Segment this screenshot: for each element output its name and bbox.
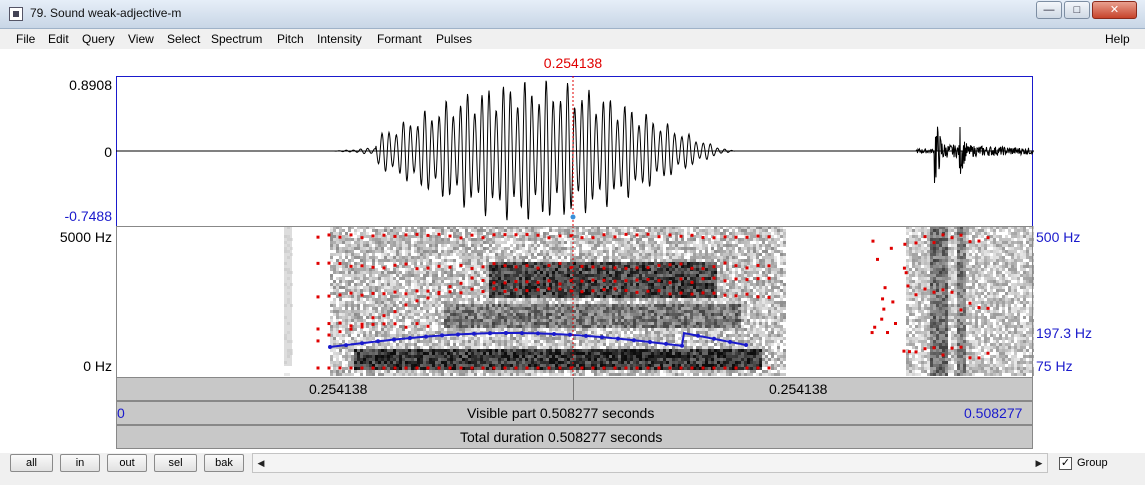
menu-pulses[interactable]: Pulses (436, 32, 472, 46)
waveform-panel[interactable] (116, 76, 1034, 227)
pitch-top-label: 500 Hz (1036, 229, 1081, 245)
group-label: Group (1077, 457, 1108, 469)
bottom-bar: all in out sel bak ◀ ▶ ✓ Group (0, 453, 1145, 485)
app-icon[interactable] (9, 7, 23, 21)
total-band[interactable]: Total duration 0.508277 seconds (116, 425, 1033, 449)
menu-edit[interactable]: Edit (48, 32, 69, 46)
spectrogram-image (284, 226, 1034, 376)
menu-bar: File Edit Query View Select Spectrum Pit… (0, 29, 1145, 49)
visible-part-label: Visible part 0.508277 seconds (467, 405, 655, 421)
cursor-time-label: 0.254138 (543, 55, 603, 71)
spectrogram-panel[interactable] (116, 226, 1034, 378)
pitch-bottom-label: 75 Hz (1036, 358, 1073, 374)
horizontal-scrollbar[interactable]: ◀ ▶ (252, 453, 1048, 473)
menu-file[interactable]: File (16, 32, 35, 46)
left-time-label: 0.254138 (309, 381, 368, 397)
menu-help[interactable]: Help (1105, 32, 1130, 46)
maximize-button[interactable]: □ (1064, 1, 1090, 19)
spectrogram-bottom-label: 0 Hz (83, 358, 112, 374)
group-checkbox[interactable]: ✓ (1059, 457, 1072, 470)
total-duration-label: Total duration 0.508277 seconds (460, 429, 663, 445)
cursor-marker (570, 214, 576, 220)
visible-end-label: 0.508277 (964, 405, 1023, 421)
waveform-zero-label: 0 (104, 144, 112, 160)
menu-pitch[interactable]: Pitch (277, 32, 304, 46)
title-bar[interactable]: 79. Sound weak-adjective-m — □ ✕ (0, 0, 1145, 29)
zoom-back-button[interactable]: bak (204, 454, 244, 472)
zoom-sel-button[interactable]: sel (154, 454, 197, 472)
right-time-label: 0.254138 (769, 381, 828, 397)
menu-spectrum[interactable]: Spectrum (211, 32, 262, 46)
scroll-left-arrow-icon[interactable]: ◀ (253, 454, 269, 472)
waveform-min-label: -0.7488 (64, 208, 112, 224)
window-title: 79. Sound weak-adjective-m (30, 6, 182, 20)
menu-query[interactable]: Query (82, 32, 115, 46)
visible-start-label: 0 (117, 405, 125, 421)
menu-intensity[interactable]: Intensity (317, 32, 362, 46)
close-icon: ✕ (1109, 4, 1120, 16)
close-button[interactable]: ✕ (1092, 1, 1137, 19)
pitch-value-label: 197.3 Hz (1036, 325, 1093, 341)
spectrogram-top-label: 5000 Hz (59, 229, 112, 245)
minimize-button[interactable]: — (1036, 1, 1062, 19)
waveform-max-label: 0.8908 (69, 77, 112, 93)
menu-select[interactable]: Select (167, 32, 200, 46)
maximize-icon: □ (1073, 4, 1081, 16)
band-divider (573, 378, 574, 400)
zoom-in-button[interactable]: in (60, 454, 100, 472)
minimize-icon: — (1043, 4, 1055, 16)
menu-formant[interactable]: Formant (377, 32, 422, 46)
all-button[interactable]: all (10, 454, 53, 472)
zoom-out-button[interactable]: out (107, 454, 147, 472)
menu-view[interactable]: View (128, 32, 154, 46)
selection-band[interactable]: 0.254138 0.254138 (116, 377, 1033, 401)
visible-band[interactable]: 0 Visible part 0.508277 seconds 0.508277 (116, 401, 1033, 425)
scroll-right-arrow-icon[interactable]: ▶ (1031, 454, 1047, 472)
